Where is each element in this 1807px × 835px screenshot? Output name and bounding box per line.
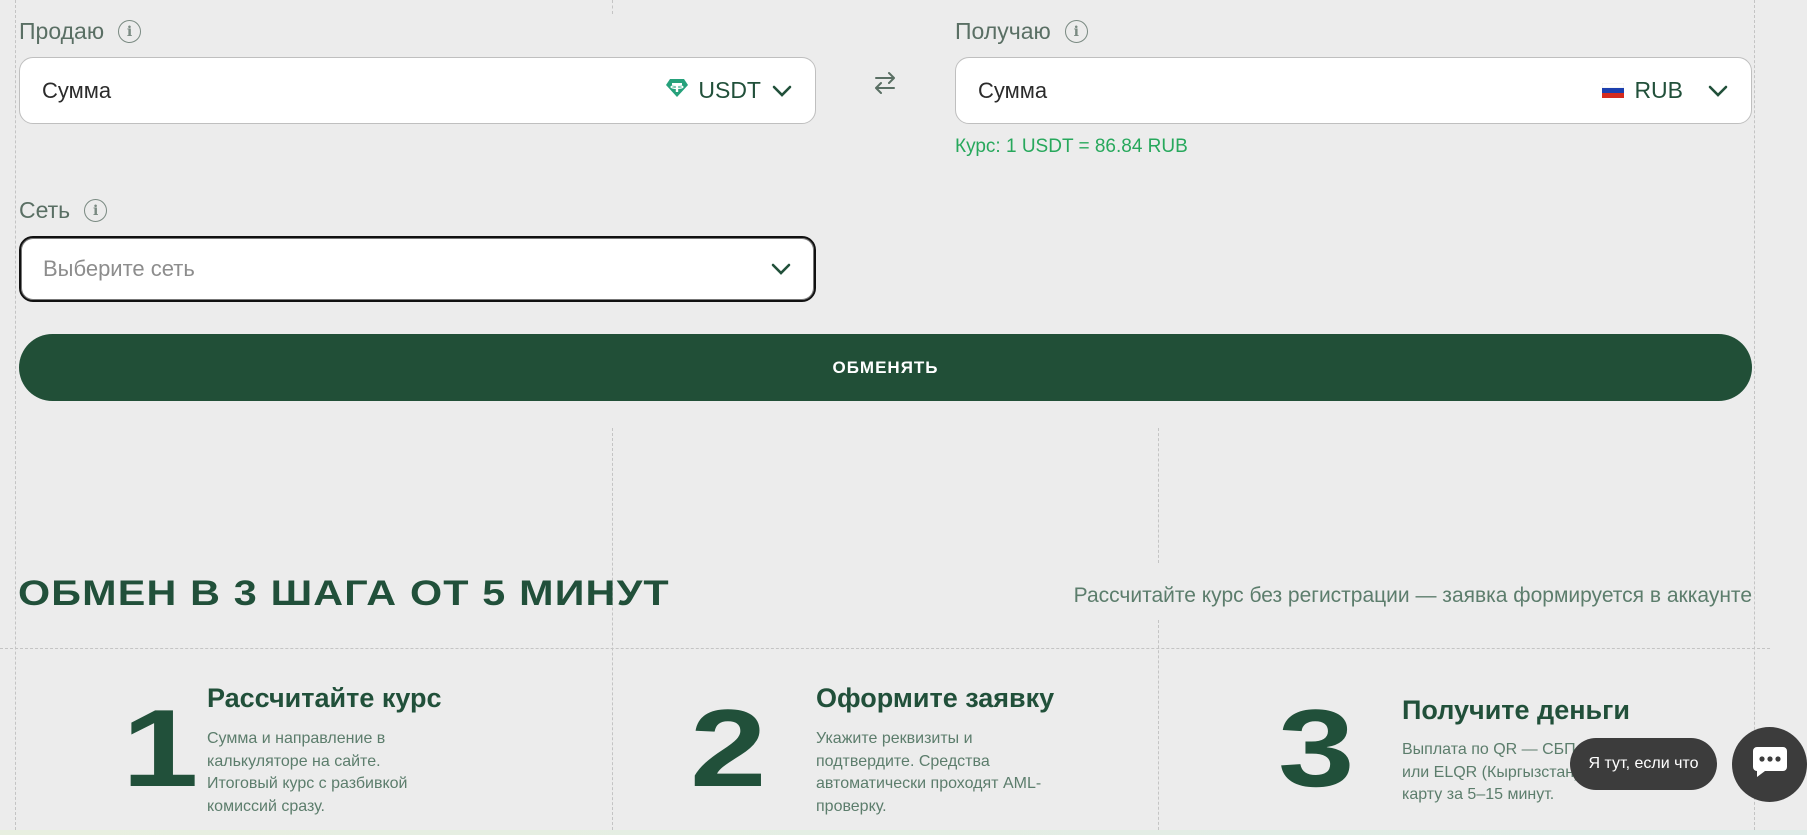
footer-strip — [0, 830, 1807, 835]
step-title: Получите деньги — [1402, 695, 1630, 725]
grid-line — [1158, 428, 1159, 563]
step-description-line: подтвердите. Средства — [816, 752, 990, 770]
step-description-line: автоматически проходят AML- — [816, 775, 1042, 792]
section-subtitle: Рассчитайте курс без регистрации — заявк… — [1073, 584, 1752, 607]
section-title: ОБМЕН В 3 ШАГА ОТ 5 МИНУТ — [18, 574, 670, 613]
step-description-line: проверку. — [816, 797, 887, 815]
grid-line — [0, 648, 1770, 649]
tether-icon — [666, 77, 689, 104]
sell-label: Продаю i — [19, 18, 142, 45]
chevron-down-icon — [770, 262, 792, 276]
sell-amount-field[interactable]: Сумма USDT — [19, 57, 816, 124]
sell-label-text: Продаю — [19, 18, 105, 44]
step-description-line: Укажите реквизиты и — [816, 730, 973, 747]
chat-icon — [1751, 745, 1789, 784]
step-description-line: калькуляторе на сайте. — [207, 752, 381, 770]
info-icon[interactable]: i — [84, 199, 108, 222]
sell-amount-input[interactable]: Сумма — [42, 78, 666, 104]
russia-flag-icon — [1602, 77, 1625, 104]
sell-currency-code: USDT — [698, 77, 761, 103]
step-number: 2 — [690, 687, 767, 810]
sell-currency-select[interactable]: USDT — [666, 77, 793, 104]
step-description-line: Итоговый курс с разбивкой — [207, 775, 408, 792]
exchange-rate: Курс: 1 USDT = 86.84 RUB — [955, 136, 1188, 157]
step-title: Рассчитайте курс — [207, 683, 442, 713]
chevron-down-icon — [1707, 84, 1729, 98]
swap-icon[interactable] — [873, 70, 897, 101]
receive-label-text: Получаю — [955, 18, 1051, 44]
receive-amount-field[interactable]: Сумма RUB — [955, 57, 1752, 124]
step-description: Укажите реквизиты и подтвердите. Средств… — [816, 728, 1116, 818]
network-select[interactable]: Выберите сеть — [19, 236, 816, 302]
grid-line — [612, 0, 613, 14]
info-icon[interactable]: i — [1064, 20, 1088, 43]
chat-bubble[interactable]: Я тут, если что — [1570, 738, 1717, 790]
network-label-text: Сеть — [19, 197, 71, 223]
step-description: Сумма и направление в калькуляторе на са… — [207, 728, 507, 818]
step-title: Оформите заявку — [816, 683, 1055, 713]
receive-amount-input[interactable]: Сумма — [978, 78, 1602, 104]
receive-currency-code: RUB — [1634, 77, 1683, 103]
network-select-placeholder: Выберите сеть — [43, 256, 195, 281]
network-label: Сеть i — [19, 197, 108, 224]
step-description-line: комиссий сразу. — [207, 797, 325, 815]
step-description-line: Сумма и направление в — [207, 730, 386, 747]
info-icon[interactable]: i — [118, 20, 142, 43]
chat-button[interactable] — [1732, 727, 1807, 802]
grid-line — [612, 428, 613, 835]
grid-line — [1158, 620, 1159, 835]
grid-line — [15, 0, 16, 835]
step-number: 1 — [122, 687, 199, 810]
receive-currency-select[interactable]: RUB — [1602, 77, 1729, 104]
chevron-down-icon — [771, 84, 793, 98]
exchange-button[interactable]: ОБМЕНЯТЬ — [19, 334, 1752, 401]
receive-label: Получаю i — [955, 18, 1088, 45]
step-number: 3 — [1278, 687, 1355, 810]
grid-line — [1754, 0, 1755, 835]
